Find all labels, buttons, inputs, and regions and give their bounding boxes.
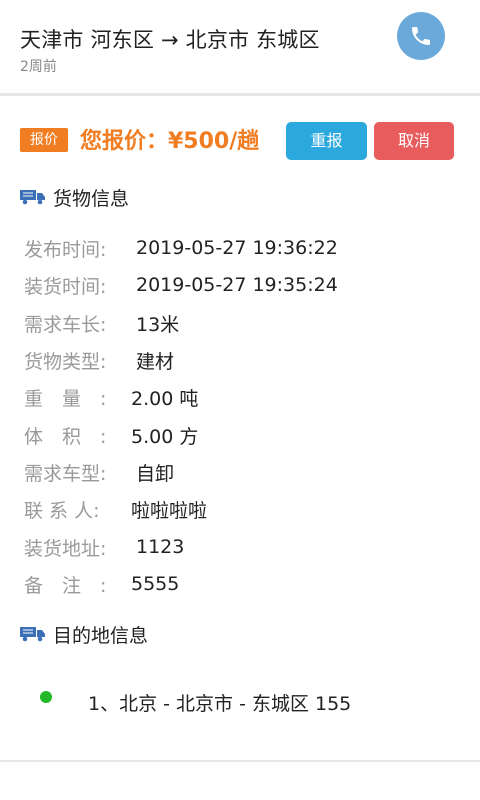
call-button[interactable] <box>397 12 445 60</box>
truck-icon <box>20 190 45 205</box>
info-row-contact: 联 系 人: 啦啦啦啦 <box>24 494 207 524</box>
truck-icon <box>20 627 45 642</box>
info-row-cargo-type: 货物类型: 建材 <box>24 345 174 375</box>
info-row-load-address: 装货地址: 1123 <box>24 532 184 562</box>
info-label: 需求车长: <box>24 313 107 336</box>
info-label: 装货地址: <box>24 537 107 560</box>
requote-button[interactable]: 重报 <box>286 122 367 160</box>
info-label: 体 积 : <box>24 425 107 448</box>
info-label: 需求车型: <box>24 462 107 485</box>
info-label: 发布时间: <box>24 238 107 261</box>
info-label: 重 量 : <box>24 387 107 410</box>
info-value: 2019-05-27 19:36:22 <box>136 237 338 259</box>
phone-icon <box>412 27 430 45</box>
info-label: 备 注 : <box>24 574 107 597</box>
cargo-section-title: 货物信息 <box>20 184 129 210</box>
destination-text: 1、北京 - 北京市 - 东城区 155 <box>88 693 352 715</box>
info-row-vehicle-type: 需求车型: 自卸 <box>24 457 174 487</box>
info-value: 建材 <box>136 350 175 373</box>
info-value: 5555 <box>131 573 180 595</box>
time-ago: 2周前 <box>20 59 57 75</box>
info-row-remark: 备 注 : 5555 <box>24 569 179 599</box>
divider <box>0 760 480 762</box>
order-header: 天津市 河东区 → 北京市 东城区 2周前 <box>0 0 480 96</box>
info-value: 1123 <box>136 536 185 558</box>
info-row-publish-time: 发布时间: 2019-05-27 19:36:22 <box>24 233 338 263</box>
info-row-vehicle-length: 需求车长: 13米 <box>24 308 179 338</box>
destination-dot-icon <box>40 691 52 703</box>
quote-row: 报价 您报价：¥500/趟 重报 取消 <box>0 120 480 162</box>
cancel-quote-button[interactable]: 取消 <box>374 122 454 160</box>
cargo-section-label: 货物信息 <box>53 187 130 210</box>
info-label: 联 系 人: <box>24 499 100 522</box>
info-value: 5.00 方 <box>131 425 199 448</box>
info-row-volume: 体 积 : 5.00 方 <box>24 420 198 450</box>
info-row-load-time: 装货时间: 2019-05-27 19:35:24 <box>24 270 338 300</box>
info-label: 装货时间: <box>24 275 107 298</box>
info-value: 自卸 <box>136 462 175 485</box>
info-value: 2.00 吨 <box>131 387 199 410</box>
info-value: 13米 <box>136 313 180 336</box>
quote-tag: 报价 <box>20 128 68 152</box>
destination-section-title: 目的地信息 <box>20 621 148 647</box>
info-label: 货物类型: <box>24 350 107 373</box>
destination-section-label: 目的地信息 <box>53 624 149 647</box>
route-title: 天津市 河东区 → 北京市 东城区 <box>20 28 320 52</box>
info-row-weight: 重 量 : 2.00 吨 <box>24 382 198 412</box>
info-value: 啦啦啦啦 <box>131 499 208 522</box>
info-value: 2019-05-27 19:35:24 <box>136 274 338 296</box>
quote-price: 您报价：¥500/趟 <box>80 129 260 154</box>
